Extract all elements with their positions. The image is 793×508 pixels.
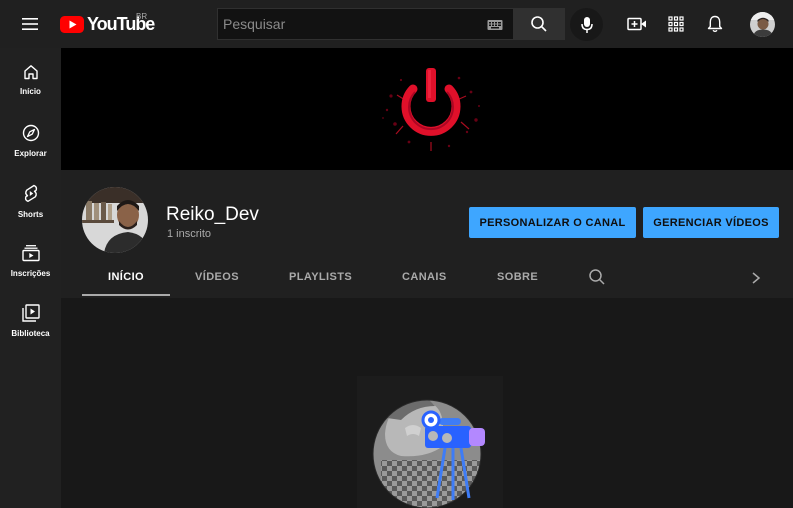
- channel-avatar[interactable]: [82, 187, 148, 253]
- sidebar-item-explore[interactable]: Explorar: [0, 108, 61, 168]
- compass-icon: [22, 124, 39, 142]
- chevron-right-icon[interactable]: [749, 269, 763, 287]
- sidebar-item-library[interactable]: Biblioteca: [0, 288, 61, 348]
- subscriber-count: 1 inscrito: [167, 228, 212, 240]
- search-box: [217, 8, 513, 40]
- channel-header: Reiko_Dev 1 inscrito PERSONALIZAR O CANA…: [61, 170, 793, 298]
- sidebar-item-subscriptions[interactable]: Inscrições: [0, 228, 61, 288]
- sidebar-item-shorts[interactable]: Shorts: [0, 168, 61, 228]
- customize-channel-button[interactable]: PERSONALIZAR O CANAL: [469, 207, 636, 238]
- sidebar-item-label: Shorts: [17, 210, 44, 219]
- create-video-icon[interactable]: [625, 12, 649, 36]
- sidebar-item-label: Biblioteca: [11, 329, 50, 338]
- empty-channel-illustration: [357, 376, 503, 508]
- microphone-icon: [580, 16, 593, 33]
- tab-videos[interactable]: VÍDEOS: [195, 271, 239, 283]
- channel-content: [61, 298, 793, 508]
- shorts-icon: [24, 184, 37, 202]
- sidebar-item-label: Início: [20, 87, 41, 96]
- power-logo-icon: [382, 68, 480, 151]
- tab-channels[interactable]: CANAIS: [402, 271, 447, 283]
- sidebar-guide: Início Explorar Shorts Inscrições Biblio…: [0, 48, 61, 508]
- apps-grid-icon[interactable]: [664, 12, 688, 36]
- bell-icon[interactable]: [703, 12, 727, 36]
- voice-search-button[interactable]: [570, 8, 603, 41]
- sidebar-item-label: Explorar: [14, 149, 47, 158]
- user-avatar[interactable]: [750, 12, 775, 37]
- search-icon: [531, 16, 547, 32]
- youtube-logo[interactable]: YouTube BR: [60, 12, 155, 35]
- subscriptions-icon: [21, 245, 40, 262]
- tab-home[interactable]: INÍCIO: [108, 271, 144, 283]
- manage-videos-button[interactable]: GERENCIAR VÍDEOS: [643, 207, 779, 238]
- home-icon: [23, 65, 38, 80]
- youtube-play-icon: [60, 15, 84, 33]
- hamburger-menu-icon[interactable]: [20, 14, 40, 34]
- logo-country-code: BR: [136, 12, 148, 21]
- keyboard-icon[interactable]: [487, 18, 503, 30]
- library-icon: [21, 304, 40, 322]
- sidebar-item-label: Inscrições: [10, 269, 51, 278]
- search-button[interactable]: [513, 8, 565, 40]
- channel-banner: [61, 48, 793, 170]
- channel-search-icon[interactable]: [588, 268, 606, 286]
- tab-playlists[interactable]: PLAYLISTS: [289, 271, 352, 283]
- active-tab-indicator: [82, 294, 170, 296]
- sidebar-item-home[interactable]: Início: [0, 48, 61, 108]
- search-input[interactable]: [218, 9, 478, 39]
- channel-name: Reiko_Dev: [166, 204, 259, 225]
- masthead: YouTube BR: [0, 0, 793, 48]
- tab-about[interactable]: SOBRE: [497, 271, 538, 283]
